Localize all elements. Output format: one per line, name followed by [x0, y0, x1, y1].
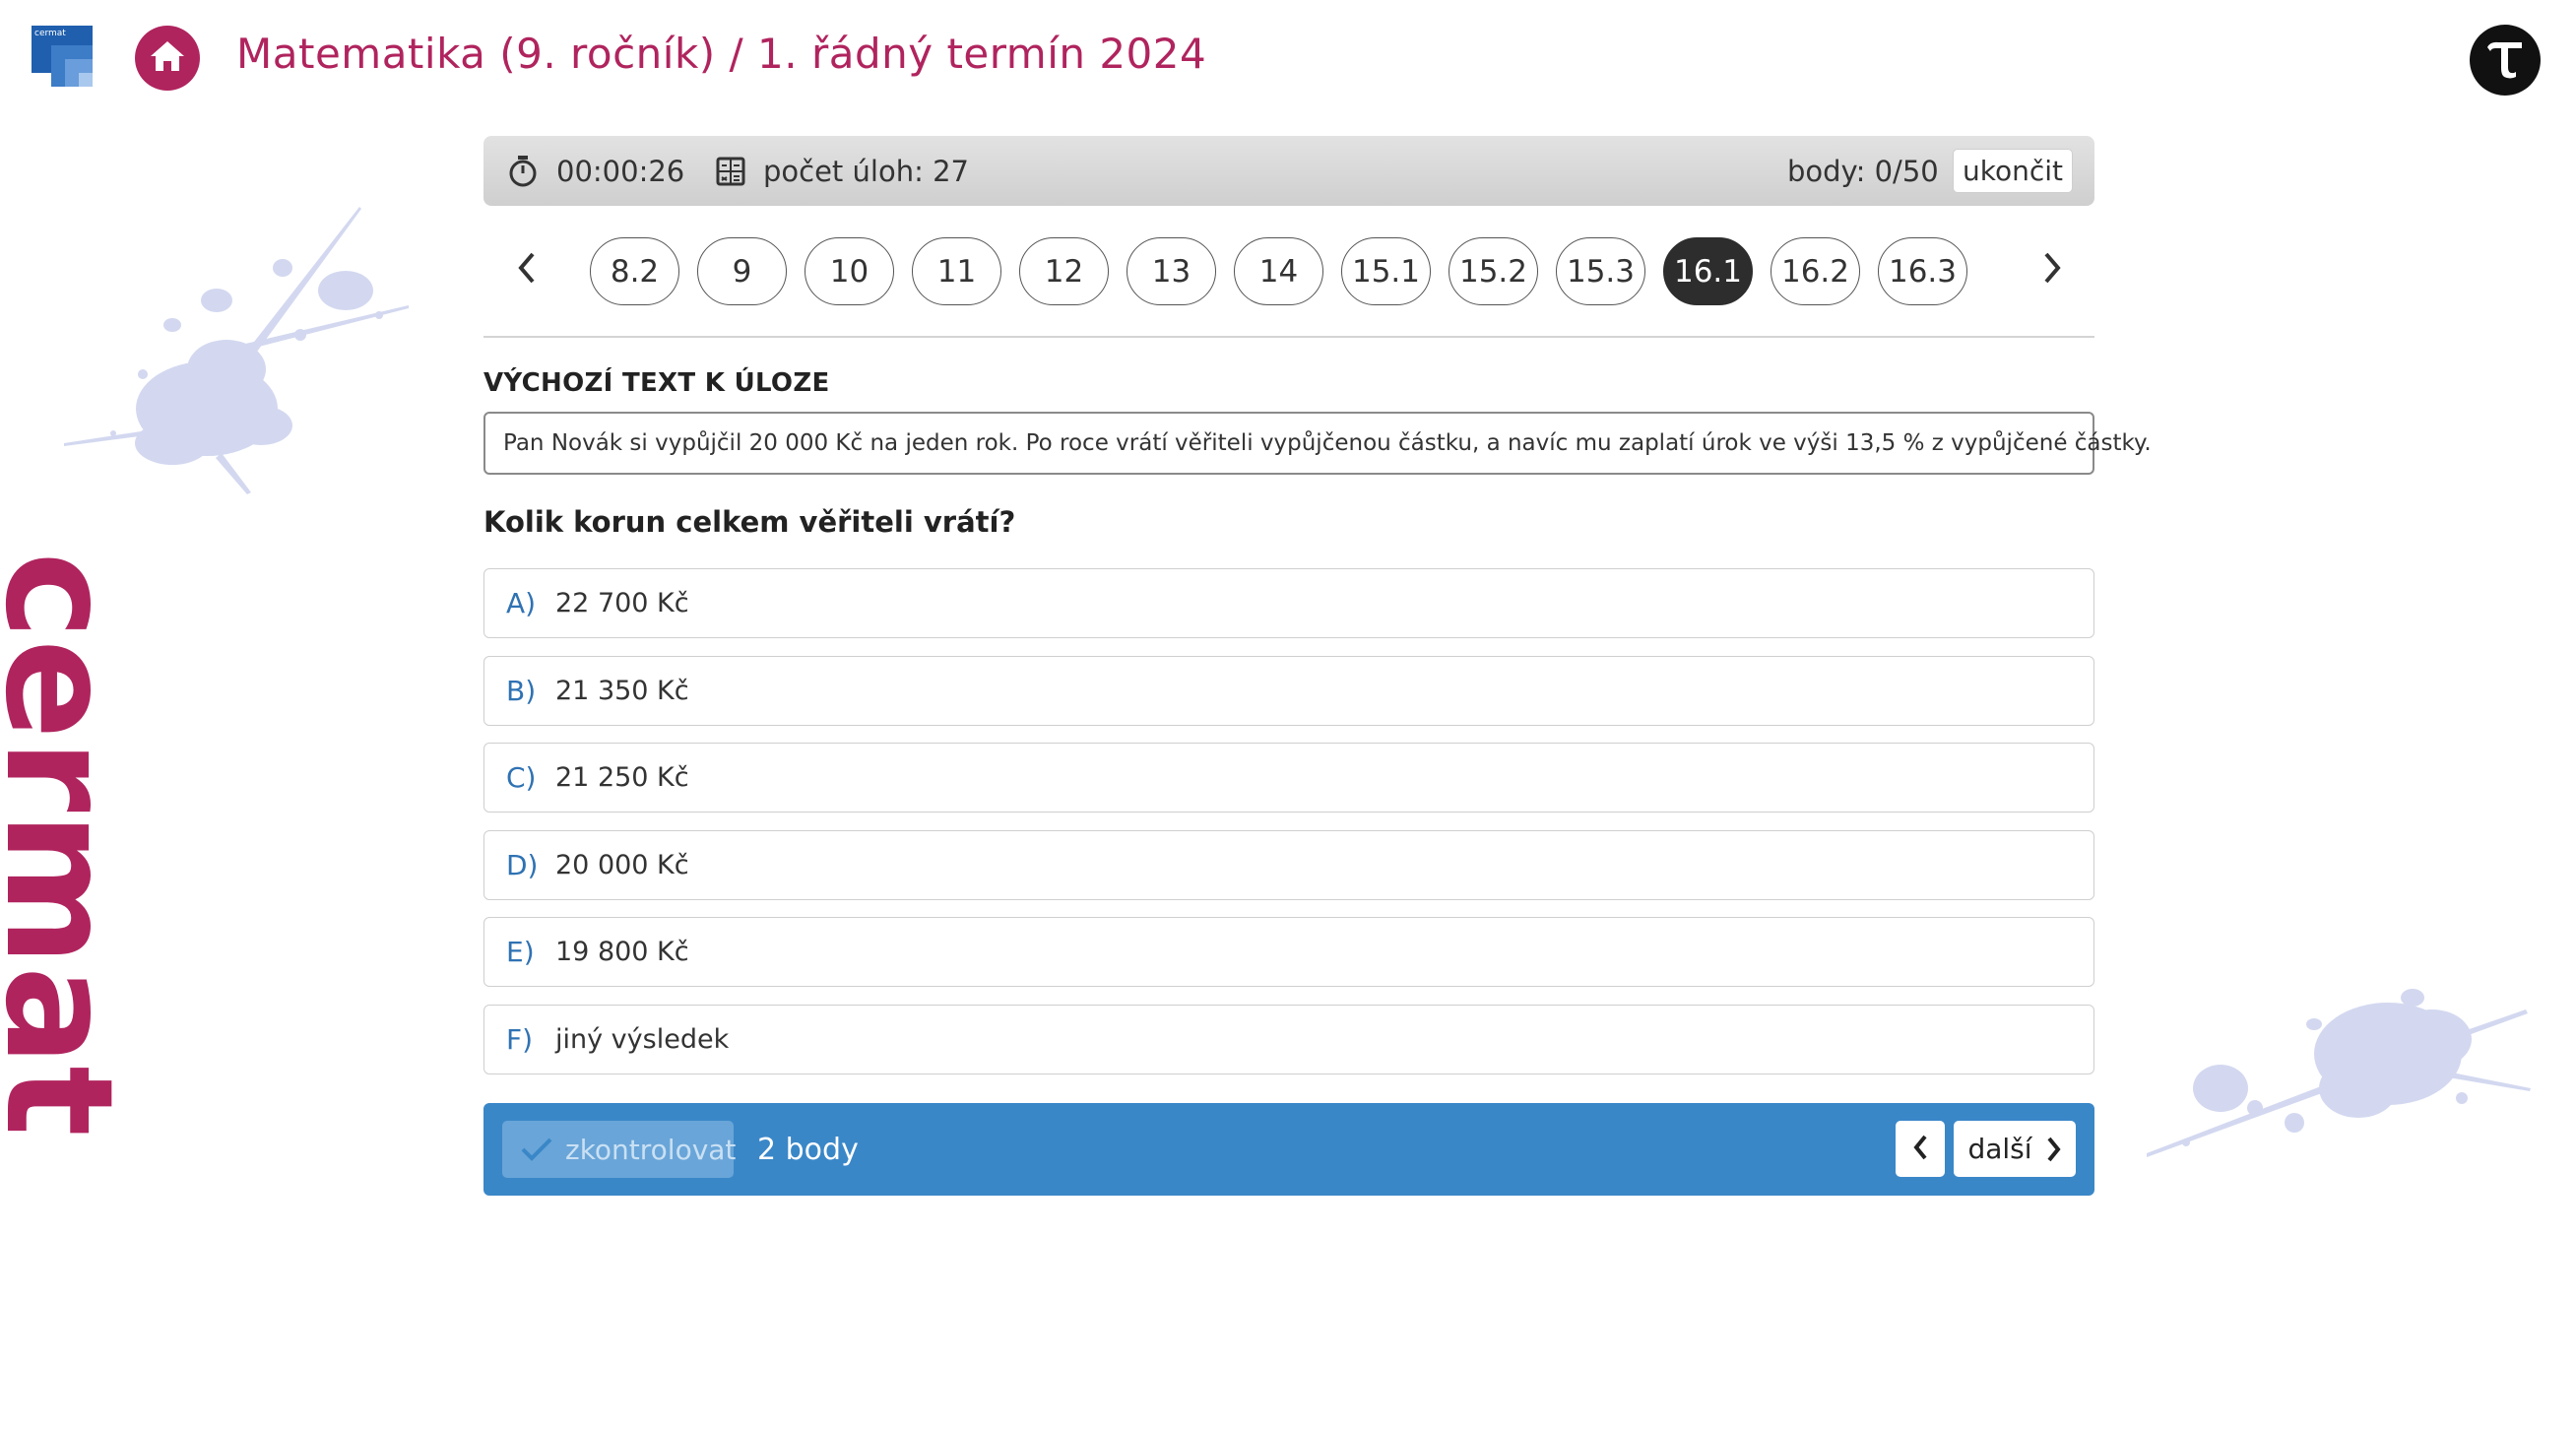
task-pill-16-1[interactable]: 16.1 — [1663, 237, 1753, 305]
answer-option[interactable]: A) 22 700 Kč — [483, 568, 2094, 638]
task-nav-next-button[interactable] — [2030, 248, 2074, 292]
points-value: 2 body — [757, 1132, 859, 1167]
logo-text: cermat — [34, 29, 66, 38]
score-text: body: 0/50 — [1787, 154, 1939, 188]
chevron-left-icon — [517, 252, 537, 288]
task-pill-14[interactable]: 14 — [1234, 237, 1323, 305]
ink-splash-decoration — [54, 197, 419, 522]
status-bar: 00:00:26 počet úloh: 27 body: 0/50 ukonč… — [483, 136, 2094, 206]
check-icon — [520, 1137, 553, 1162]
tau-icon — [2482, 35, 2528, 85]
task-pill-16-2[interactable]: 16.2 — [1771, 237, 1860, 305]
option-letter: E) — [506, 936, 535, 969]
check-answer-button[interactable]: zkontrolovat — [502, 1121, 737, 1178]
task-pill-11[interactable]: 11 — [912, 237, 1001, 305]
end-test-button[interactable]: ukončit — [1953, 149, 2073, 193]
vertical-brand-text: cermat — [0, 552, 144, 1221]
ink-splash-decoration — [2147, 970, 2541, 1187]
option-text: 21 250 Kč — [555, 762, 689, 794]
calculator-icon — [716, 157, 745, 186]
action-bar: zkontrolovat 2 body další — [483, 1103, 2094, 1196]
task-navigation: 8.2 9 10 11 12 13 14 15.1 15.2 15.3 16.1 16.2 16.3 — [483, 234, 2094, 307]
option-letter: D) — [506, 848, 539, 881]
option-letter: B) — [506, 674, 537, 707]
option-text: jiný výsledek — [555, 1024, 730, 1055]
task-pill-15-2[interactable]: 15.2 — [1449, 237, 1538, 305]
previous-task-button[interactable] — [1896, 1121, 1945, 1177]
answer-option[interactable]: F) jiný výsledek — [483, 1005, 2094, 1074]
check-answer-label: zkontrolovat — [565, 1133, 737, 1166]
chevron-left-icon — [1912, 1135, 1928, 1164]
task-nav-prev-button[interactable] — [505, 248, 548, 292]
source-text-box: Pan Novák si vypůjčil 20 000 Kč na jeden… — [483, 412, 2152, 475]
task-pill-16-3[interactable]: 16.3 — [1878, 237, 1967, 305]
tau-button[interactable] — [2470, 25, 2541, 96]
page-title: Matematika (9. ročník) / 1. řádný termín… — [236, 30, 1207, 78]
chevron-right-icon — [2046, 1137, 2062, 1162]
chevron-right-icon — [2042, 252, 2062, 288]
home-icon — [149, 39, 186, 77]
task-count: počet úloh: 27 — [716, 136, 969, 206]
option-letter: A) — [506, 587, 537, 619]
task-count-value: počet úloh: 27 — [763, 154, 969, 188]
stopwatch-icon — [507, 155, 539, 188]
task-pill-15-1[interactable]: 15.1 — [1341, 237, 1431, 305]
section-label: VÝCHOZÍ TEXT K ÚLOZE — [483, 368, 830, 398]
option-letter: F) — [506, 1023, 534, 1056]
task-pill-15-3[interactable]: 15.3 — [1556, 237, 1645, 305]
cermat-logo: cermat — [32, 26, 93, 87]
svg-text:cermat: cermat — [0, 552, 128, 1137]
answer-option[interactable]: B) 21 350 Kč — [483, 655, 2094, 726]
answer-option[interactable]: E) 19 800 Kč — [483, 917, 2094, 988]
timer: 00:00:26 — [507, 136, 684, 206]
option-text: 22 700 Kč — [555, 588, 689, 618]
task-pill-12[interactable]: 12 — [1019, 237, 1109, 305]
home-button[interactable] — [135, 26, 200, 91]
answer-option[interactable]: C) 21 250 Kč — [483, 743, 2094, 813]
option-text: 20 000 Kč — [555, 849, 689, 880]
next-task-label: další — [1967, 1133, 2032, 1165]
answer-option[interactable]: D) 20 000 Kč — [483, 829, 2094, 900]
task-pill-8-2[interactable]: 8.2 — [590, 237, 679, 305]
option-letter: C) — [506, 761, 537, 795]
next-task-button[interactable]: další — [1954, 1121, 2076, 1177]
divider — [483, 336, 2094, 338]
question-text: Kolik korun celkem věřiteli vrátí? — [483, 505, 1016, 539]
timer-value: 00:00:26 — [556, 154, 685, 188]
task-pill-13[interactable]: 13 — [1127, 237, 1216, 305]
option-text: 19 800 Kč — [555, 937, 689, 968]
task-pill-9[interactable]: 9 — [697, 237, 787, 305]
task-pill-10[interactable]: 10 — [805, 237, 894, 305]
option-text: 21 350 Kč — [555, 675, 689, 706]
